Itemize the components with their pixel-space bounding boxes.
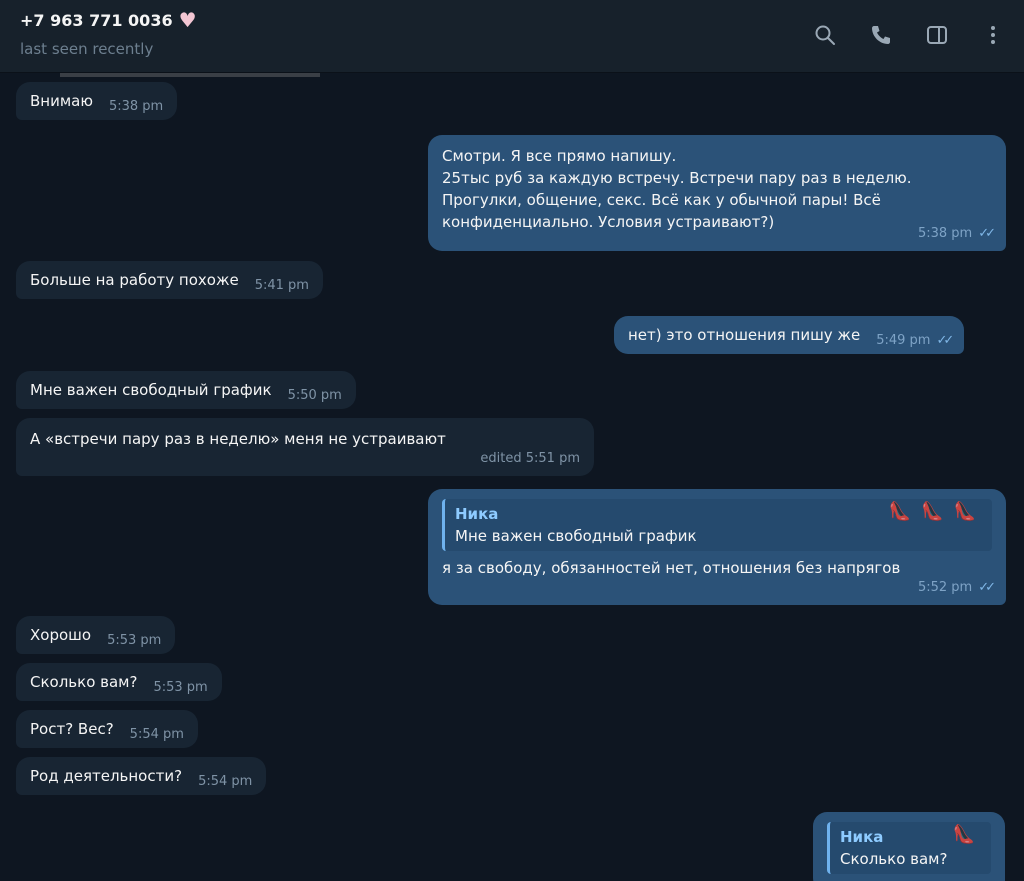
message-text: я за свободу, обязанностей нет, отношени… bbox=[442, 559, 901, 577]
message-outgoing[interactable]: 👠 Ника Сколько вам? bbox=[813, 812, 1005, 881]
message-outgoing[interactable]: 👠👠👠 Ника Мне важен свободный график я за… bbox=[428, 489, 1006, 605]
message-time: 5:53 pm bbox=[153, 680, 208, 695]
previous-photo-edge[interactable] bbox=[60, 73, 320, 77]
read-checkmarks-icon: ✓✓ bbox=[936, 333, 954, 348]
contact-status: last seen recently bbox=[20, 40, 154, 58]
message-incoming[interactable]: А «встречи пару раз в неделю» меня не ус… bbox=[16, 418, 594, 476]
contact-name-text[interactable]: +7 963 771 0036 bbox=[20, 11, 173, 30]
message-time: 5:49 pm bbox=[876, 333, 931, 348]
message-incoming[interactable]: Внимаю 5:38 pm bbox=[16, 82, 178, 120]
header-actions bbox=[812, 22, 1006, 48]
message-incoming[interactable]: Рост? Вес? 5:54 pm bbox=[16, 710, 198, 748]
message-time: 5:38 pm bbox=[108, 99, 164, 114]
chat-header: +7 963 771 0036 ♥ last seen recently bbox=[0, 0, 1024, 73]
message-text: нет) это отношения пишу же bbox=[628, 326, 861, 344]
phone-icon[interactable] bbox=[868, 22, 894, 48]
message-text: А «встречи пару раз в неделю» меня не ус… bbox=[30, 430, 446, 448]
reply-text: Мне важен свободный график bbox=[455, 527, 697, 545]
message-text: Род деятельности? bbox=[30, 767, 183, 785]
message-time: 5:41 pm bbox=[254, 278, 309, 293]
message-outgoing[interactable]: Смотри. Я все прямо напишу. 25тыс руб за… bbox=[428, 135, 1006, 251]
message-incoming[interactable]: Род деятельности? 5:54 pm bbox=[16, 757, 267, 795]
message-text: Мне важен свободный график bbox=[30, 381, 272, 399]
message-incoming[interactable]: Больше на работу похоже 5:41 pm bbox=[16, 261, 323, 299]
message-list[interactable]: Внимаю 5:38 pm Смотри. Я все прямо напиш… bbox=[0, 73, 1024, 881]
reply-text: Сколько вам? bbox=[840, 850, 948, 868]
message-incoming[interactable]: Мне важен свободный график 5:50 pm bbox=[16, 371, 356, 409]
message-text: Больше на работу похоже bbox=[30, 271, 239, 289]
message-time: 5:52 pm bbox=[917, 580, 973, 595]
search-icon[interactable] bbox=[812, 22, 838, 48]
message-incoming[interactable]: Сколько вам? 5:53 pm bbox=[16, 663, 222, 701]
message-time: 5:54 pm bbox=[198, 774, 253, 789]
message-text: Сколько вам? bbox=[30, 673, 138, 691]
read-checkmarks-icon: ✓✓ bbox=[978, 580, 996, 595]
message-text: Смотри. Я все прямо напишу. 25тыс руб за… bbox=[442, 147, 912, 231]
message-time: 5:50 pm bbox=[287, 388, 342, 403]
shoe-pattern-decoration: 👠 bbox=[952, 824, 985, 845]
more-icon[interactable] bbox=[980, 22, 1006, 48]
sidebar-icon[interactable] bbox=[924, 22, 950, 48]
read-checkmarks-icon: ✓✓ bbox=[978, 226, 996, 241]
message-time: 5:54 pm bbox=[129, 727, 184, 742]
reply-quote[interactable]: 👠 Ника Сколько вам? bbox=[827, 822, 991, 874]
message-time: edited 5:51 pm bbox=[480, 451, 580, 466]
message-outgoing[interactable]: нет) это отношения пишу же 5:49 pm ✓✓ bbox=[614, 316, 965, 354]
reply-quote[interactable]: 👠👠👠 Ника Мне важен свободный график bbox=[442, 499, 992, 551]
shoe-pattern-decoration: 👠👠👠 bbox=[888, 501, 986, 522]
message-time: 5:38 pm bbox=[917, 226, 973, 241]
message-text: Внимаю bbox=[30, 92, 93, 110]
message-text: Хорошо bbox=[30, 626, 92, 644]
heart-emoji-icon: ♥ bbox=[178, 8, 197, 32]
message-time: 5:53 pm bbox=[107, 633, 162, 648]
message-text: Рост? Вес? bbox=[30, 720, 114, 738]
message-incoming[interactable]: Хорошо 5:53 pm bbox=[16, 616, 176, 654]
contact-name[interactable]: +7 963 771 0036 ♥ bbox=[20, 10, 197, 30]
